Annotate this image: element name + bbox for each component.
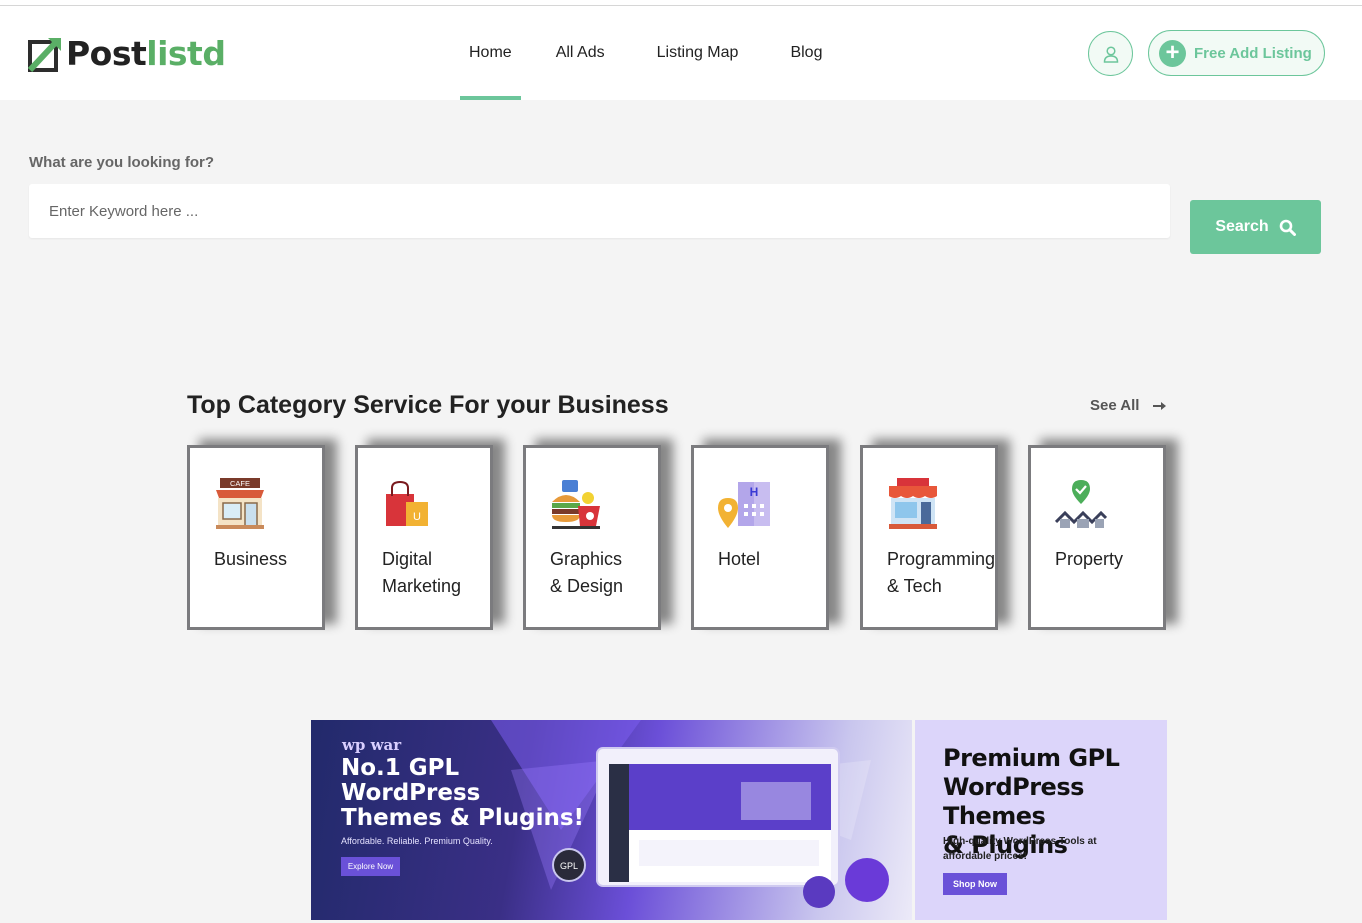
plus-icon: + [1159,39,1186,67]
category-card-programming-tech[interactable]: Programming & Tech [860,445,998,630]
svg-text:GPL: GPL [560,861,578,871]
category-card-digital-marketing[interactable]: U Digital Marketing [355,445,493,630]
arrow-right-icon [1153,401,1167,410]
nav-all-ads[interactable]: All Ads [556,6,605,100]
store-icon [889,478,937,529]
logo-text: Postlistd [66,34,226,73]
shopping-bag-icon: U [386,480,428,526]
promo-banner[interactable]: GPL wp war No.1 GPL WordPress Themes & P… [311,720,1167,920]
banner-right-subtitle: High-quality WordPress Tools at affordab… [943,836,1097,862]
search-button-label: Search [1215,218,1269,235]
explore-now-button[interactable]: Explore Now [341,857,400,876]
svg-text:H: H [750,485,759,499]
nav-blog[interactable]: Blog [790,6,822,100]
free-add-listing-label: Free Add Listing [1194,44,1312,62]
category-label: Property [1055,549,1124,569]
category-card-hotel[interactable]: H Hotel [691,445,829,630]
property-icon [1055,480,1107,528]
category-label: Hotel [718,549,761,569]
hotel-icon: H [718,482,770,528]
shop-now-button[interactable]: Shop Now [943,873,1007,895]
user-icon [1103,45,1118,63]
banner-brand: wp war [342,736,402,754]
svg-text:CAFE: CAFE [230,479,250,488]
category-label: Programming & Tech [887,549,996,596]
site-logo[interactable]: Postlistd [28,34,226,73]
logo-mark-icon [28,37,61,72]
food-icon [552,480,600,529]
section-title: Top Category Service For your Business [187,391,669,419]
see-all-link[interactable]: See All [1090,397,1167,414]
svg-text:U: U [413,511,421,523]
nav-home[interactable]: Home [460,6,521,100]
free-add-listing-button[interactable]: + Free Add Listing [1148,30,1325,76]
category-card-graphics-design[interactable]: Graphics & Design [523,445,661,630]
category-card-business[interactable]: CAFE Business [187,445,325,630]
search-input[interactable] [29,184,1170,238]
site-header: Postlistd Home All Ads Listing Map Blog … [0,6,1362,100]
banner-headline: No.1 GPL WordPress Themes & Plugins! [341,755,585,831]
cafe-icon: CAFE [216,478,264,529]
category-card-property[interactable]: Property [1028,445,1166,630]
search-label: What are you looking for? [29,154,215,171]
category-label: Business [214,549,288,569]
main-nav: Home All Ads Listing Map Blog [460,6,874,100]
nav-listing-map[interactable]: Listing Map [657,6,739,100]
search-button[interactable]: Search [1190,200,1321,254]
promo-banner-right: Premium GPL WordPress Themes & Plugins H… [915,720,1167,920]
category-label: Graphics & Design [550,549,624,596]
promo-banner-left: GPL wp war No.1 GPL WordPress Themes & P… [311,720,912,920]
banner-tagline: Affordable. Reliable. Premium Quality. [341,836,493,846]
search-icon [1279,219,1296,236]
see-all-label: See All [1090,397,1140,414]
category-label: Digital Marketing [382,549,462,596]
user-account-button[interactable] [1088,31,1133,76]
